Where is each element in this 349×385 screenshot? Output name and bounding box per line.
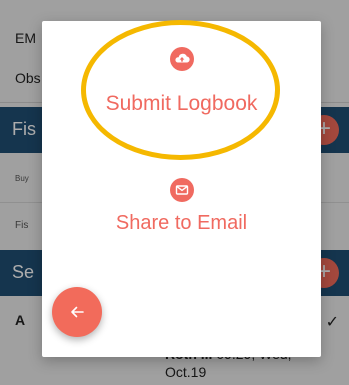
- share-email-button[interactable]: Share to Email: [42, 176, 321, 236]
- cloud-upload-icon: [170, 47, 194, 71]
- arrow-left-icon: [71, 306, 84, 318]
- submit-logbook-button[interactable]: Submit Logbook: [42, 47, 321, 127]
- back-button[interactable]: [52, 287, 102, 337]
- share-email-label: Share to Email: [115, 212, 248, 234]
- mail-icon: [170, 178, 194, 202]
- submit-logbook-label: Submit Logbook: [105, 92, 258, 115]
